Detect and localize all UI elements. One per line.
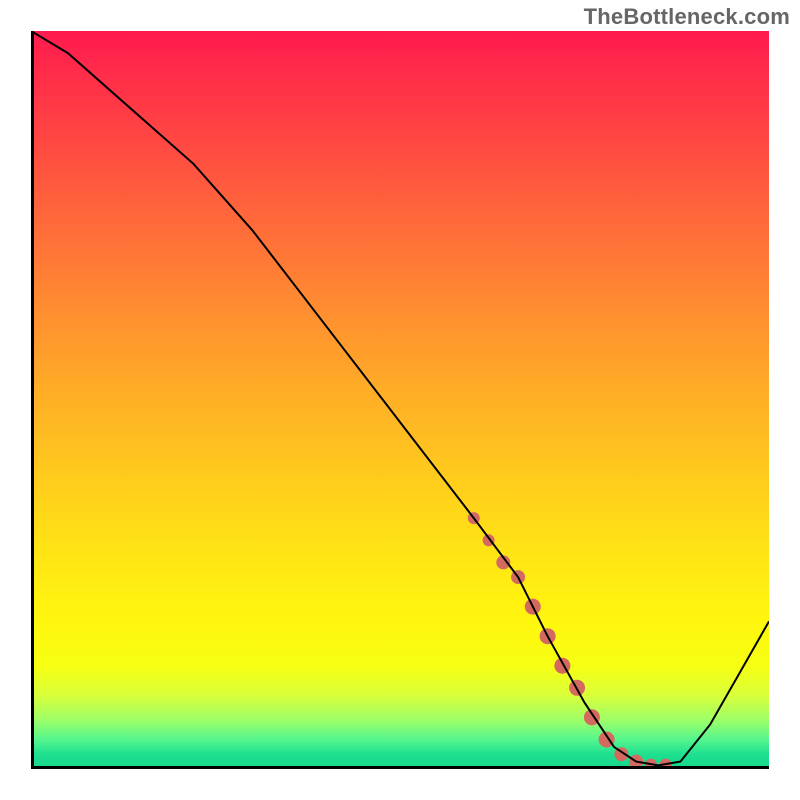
- chart-frame: TheBottleneck.com: [0, 0, 800, 800]
- x-axis: [31, 766, 769, 769]
- y-axis: [31, 31, 34, 769]
- watermark-label: TheBottleneck.com: [584, 4, 790, 30]
- plot-area: [31, 31, 769, 769]
- chart-svg-overlay: [31, 31, 769, 769]
- chart-curve: [31, 31, 769, 765]
